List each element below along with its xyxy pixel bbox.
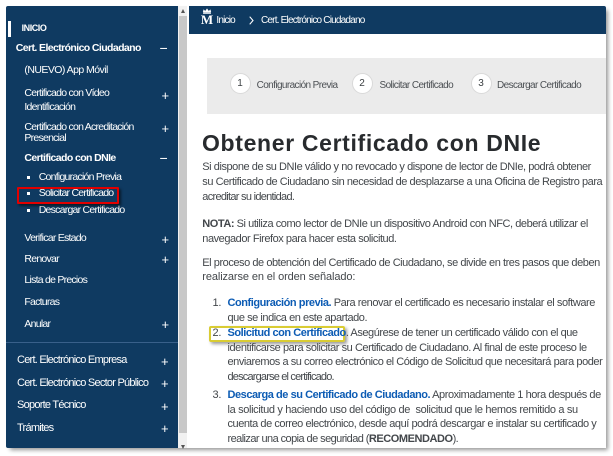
svg-text:M: M [201,12,213,25]
